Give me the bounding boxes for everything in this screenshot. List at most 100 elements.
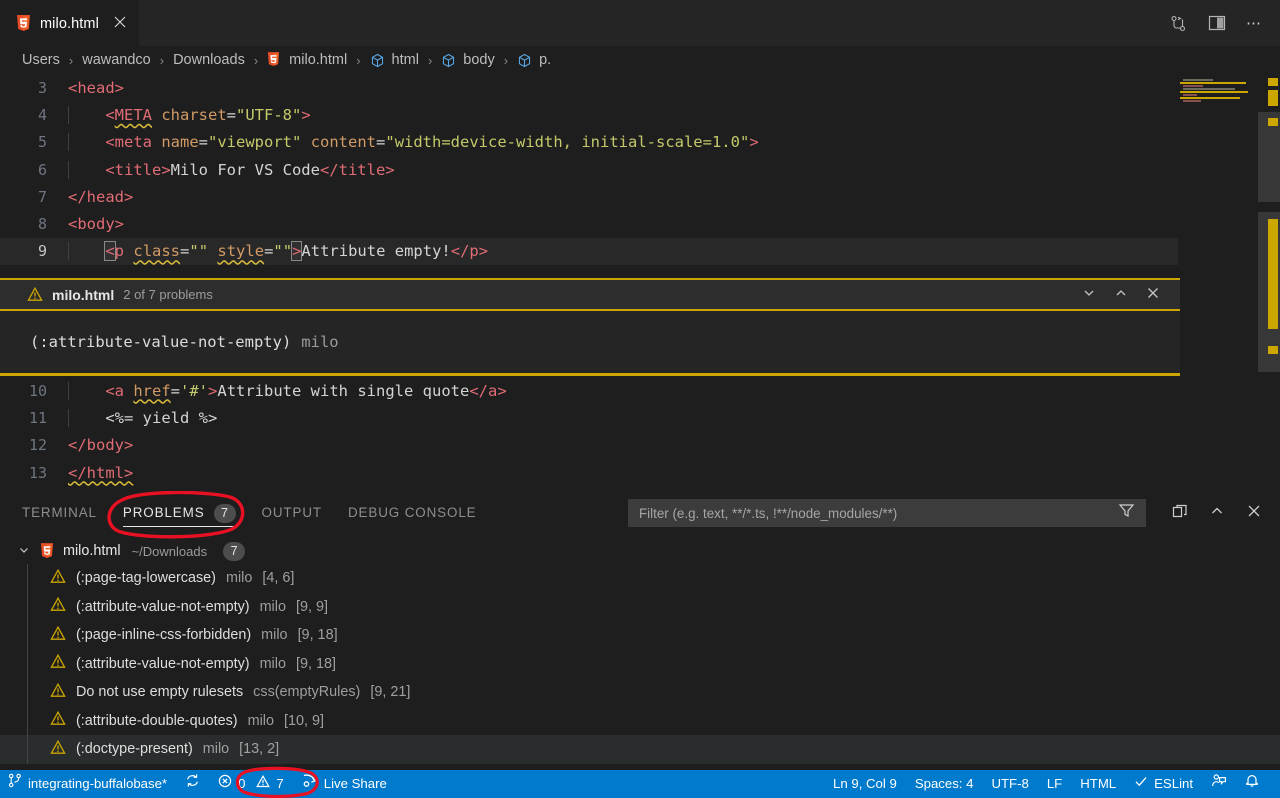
filter-input[interactable] [639, 505, 1118, 521]
status-live-share[interactable]: Live Share [293, 770, 396, 798]
problems-file-group[interactable]: milo.html ~/Downloads 7 [0, 538, 1280, 564]
code-line-10[interactable]: 10 <a href='#'>Attribute with single quo… [0, 377, 1280, 404]
line-content: </body> [68, 436, 133, 454]
tab-terminal[interactable]: TERMINAL [22, 490, 97, 536]
problem-row[interactable]: (:page-inline-css-forbidden) milo [9, 18] [0, 621, 1280, 650]
problem-row[interactable]: Do not use empty rulesets css(emptyRules)… [0, 678, 1280, 707]
status-eol[interactable]: LF [1038, 770, 1071, 798]
code-token: "" [273, 242, 293, 261]
indent-guide [68, 381, 69, 400]
status-feedback[interactable] [1202, 770, 1236, 798]
code-line-8[interactable]: 8 <body> [0, 210, 1280, 237]
status-indentation[interactable]: Spaces: 4 [906, 770, 983, 798]
chevron-up-icon[interactable] [1114, 285, 1128, 304]
code-line-7[interactable]: 7 </head> [0, 183, 1280, 210]
breadcrumb-item-users[interactable]: Users [22, 52, 60, 68]
bottom-panel: TERMINAL PROBLEMS 7 OUTPUT DEBUG CONSOLE [0, 490, 1280, 770]
breadcrumb-item-body[interactable]: body [441, 52, 495, 68]
status-bar-left: integrating-buffalobase* 0 7 Live Share [0, 770, 396, 798]
code-token: class [133, 242, 181, 261]
problem-row[interactable]: (:attribute-value-not-empty) milo [9, 18] [0, 649, 1280, 679]
status-cursor-position[interactable]: Ln 9, Col 9 [824, 770, 906, 798]
breadcrumb-item-p[interactable]: p. [517, 52, 551, 68]
minimap[interactable] [1178, 74, 1258, 496]
overview-ruler[interactable] [1258, 74, 1280, 496]
close-icon[interactable] [114, 16, 126, 32]
line-content: <META charset="UTF-8"> [68, 105, 311, 124]
problem-rows: (:page-tag-lowercase) milo [4, 6] (:attribu… [0, 564, 1280, 764]
code-line-11[interactable]: 11 <%= yield %> [0, 404, 1280, 431]
cursor-position-label: Ln 9, Col 9 [833, 776, 897, 791]
code-token: <title> [105, 160, 171, 179]
line-number: 7 [37, 187, 47, 206]
code-token: META [114, 105, 152, 124]
breadcrumb-item-html[interactable]: html [370, 52, 419, 68]
breadcrumb-item-downloads[interactable]: Downloads [173, 52, 245, 68]
close-icon[interactable] [1146, 285, 1160, 304]
source-control-icon[interactable] [1168, 13, 1188, 33]
filter-icon[interactable] [1118, 502, 1135, 524]
tab-debug-console[interactable]: DEBUG CONSOLE [348, 490, 477, 536]
indent-guide [68, 133, 69, 152]
editor-tab-milo-html[interactable]: milo.html [0, 0, 139, 46]
breadcrumb-item-wawandco[interactable]: wawandco [82, 52, 151, 68]
problem-row[interactable]: (:attribute-double-quotes) milo [10, 9] [0, 706, 1280, 736]
line-number: 4 [37, 105, 47, 124]
line-number: 10 [28, 381, 47, 400]
peek-body: (:attribute-value-not-empty) milo [0, 311, 1180, 373]
close-icon[interactable] [1246, 503, 1262, 524]
status-language-mode[interactable]: HTML [1071, 770, 1125, 798]
code-line-6[interactable]: 6 <title>Milo For VS Code</title> [0, 156, 1280, 183]
status-bar-right: Ln 9, Col 9 Spaces: 4 UTF-8 LF HTML ESLi… [824, 770, 1280, 798]
panel-actions [1146, 503, 1262, 524]
problem-row[interactable]: (:attribute-value-not-empty) milo [9, 9] [0, 592, 1280, 622]
chevron-down-icon[interactable] [18, 544, 32, 559]
more-actions-icon[interactable]: ⋯ [1246, 14, 1263, 32]
code-line-5[interactable]: 5 <meta name="viewport" content="width=d… [0, 129, 1280, 156]
feedback-icon [1211, 770, 1227, 798]
chevron-up-icon[interactable] [1209, 503, 1225, 524]
code-line-12[interactable]: 12 </body> [0, 432, 1280, 459]
indent-guide [68, 408, 69, 427]
problem-message: (:page-inline-css-forbidden) [76, 627, 252, 644]
status-sync[interactable] [176, 770, 209, 798]
line-number: 3 [37, 78, 47, 97]
panel-tab-bar: TERMINAL PROBLEMS 7 OUTPUT DEBUG CONSOLE [0, 490, 1280, 536]
peek-message: (:attribute-value-not-empty) [30, 333, 292, 351]
tab-output[interactable]: OUTPUT [262, 490, 322, 536]
symbol-cube-icon [370, 53, 385, 68]
file-name: milo.html [63, 543, 121, 559]
filter-box[interactable] [628, 499, 1146, 527]
problem-row[interactable]: (:doctype-present) milo [13, 2] [0, 735, 1280, 764]
tab-problems[interactable]: PROBLEMS 7 [122, 490, 236, 536]
status-problem-counts[interactable]: 0 7 [209, 770, 293, 798]
code-line-13[interactable]: 13 </html> [0, 459, 1280, 486]
chevron-down-icon[interactable] [1082, 285, 1096, 304]
code-token: p [114, 242, 125, 261]
bell-icon [1245, 770, 1259, 798]
indent-guide [68, 105, 69, 124]
tab-label: PROBLEMS [122, 505, 205, 520]
split-editor-icon[interactable] [1207, 13, 1227, 33]
problem-row[interactable]: (:page-tag-lowercase) milo [4, 6] [0, 564, 1280, 593]
code-line-9[interactable]: 9 <p class="" style="">Attribute empty!<… [0, 237, 1280, 266]
split-panel-icon[interactable] [1172, 503, 1188, 524]
status-branch[interactable]: integrating-buffalobase* [0, 770, 176, 798]
code-editor[interactable]: 3 <head> 4 <META charset="UTF-8"> 5 <meta n… [0, 74, 1280, 496]
warning-triangle-icon [50, 625, 66, 645]
problem-message: Do not use empty rulesets [76, 684, 244, 701]
status-encoding[interactable]: UTF-8 [982, 770, 1037, 798]
symbol-cube-icon [441, 53, 456, 68]
indent-guide [68, 160, 69, 179]
status-notifications[interactable] [1236, 770, 1268, 798]
status-eslint[interactable]: ESLint [1125, 770, 1202, 798]
breadcrumb-item-milo-html[interactable]: milo.html [267, 51, 347, 69]
code-line-4[interactable]: 4 <META charset="UTF-8"> [0, 101, 1280, 128]
code-line-3[interactable]: 3 <head> [0, 74, 1280, 101]
line-content: <meta name="viewport" content="width=dev… [68, 133, 759, 152]
